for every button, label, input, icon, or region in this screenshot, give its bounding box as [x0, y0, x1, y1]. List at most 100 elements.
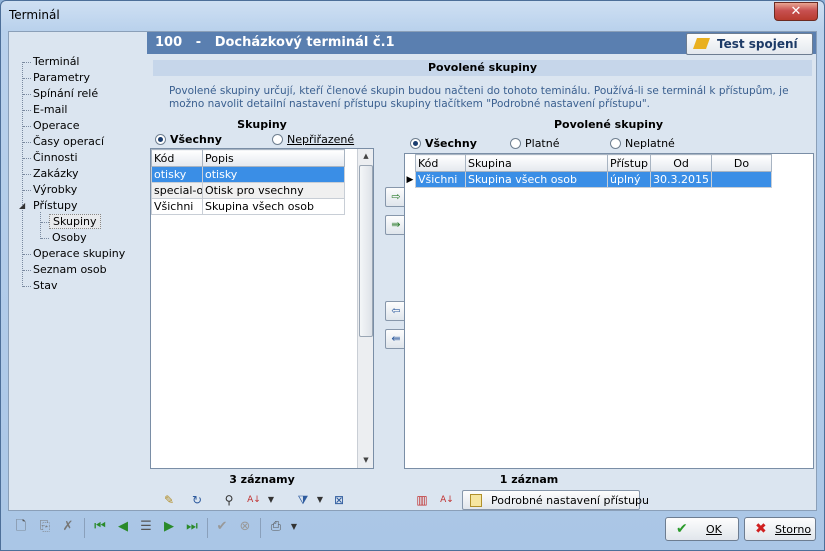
- tree-item-vyrobky[interactable]: Výrobky: [33, 183, 77, 196]
- groups-panel-title: Skupiny: [237, 118, 287, 131]
- tree-item-email[interactable]: E-mail: [33, 103, 68, 116]
- cell-code: otisky: [151, 166, 203, 183]
- radio-label: Neplatné: [625, 137, 675, 150]
- x-icon: ✖: [755, 521, 767, 537]
- cell-code: Všichni: [151, 198, 203, 215]
- new-document-icon[interactable]: 🗋: [11, 517, 31, 537]
- radio-label: Nepřiřazené: [287, 133, 355, 146]
- first-record-icon[interactable]: ⏮: [90, 517, 110, 537]
- table-row[interactable]: Všichni Skupina všech osob: [151, 198, 345, 215]
- detail-access-button[interactable]: Podrobné nastavení přístupu: [462, 490, 649, 510]
- edit-icon[interactable]: ✎: [159, 490, 179, 510]
- scroll-thumb[interactable]: [359, 165, 373, 337]
- find-record-icon[interactable]: ☰: [136, 517, 156, 537]
- radio-invalid[interactable]: Neplatné: [610, 137, 675, 150]
- radio-valid[interactable]: Platné: [510, 137, 559, 150]
- column-header-kod[interactable]: Kód: [415, 154, 466, 172]
- tree-item-osoby[interactable]: Osoby: [52, 231, 87, 244]
- terminal-header: 100 - Docházkový terminál č.1 Test spoje…: [147, 32, 816, 55]
- radio-dot: [410, 138, 421, 149]
- tree-line: [23, 78, 31, 79]
- header-dash: -: [195, 35, 202, 50]
- table-header-row: Kód Popis: [151, 149, 345, 167]
- tree-item-terminal[interactable]: Terminál: [33, 55, 80, 68]
- tree-item-zakazky[interactable]: Zakázky: [33, 167, 78, 180]
- allowed-groups-grid: ▶ Kód Skupina Přístup Od Do Všichni Skup…: [404, 153, 814, 469]
- radio-all-groups[interactable]: Všechny: [155, 133, 222, 146]
- detail-access-label: Podrobné nastavení přístupu: [491, 494, 650, 507]
- client-area: Terminál Parametry Spínání relé E-mail O…: [8, 31, 817, 511]
- dropdown-arrow-icon[interactable]: ▼: [284, 517, 304, 537]
- toolbar-separator: [207, 518, 208, 538]
- scroll-up-icon[interactable]: ▲: [359, 149, 373, 163]
- navigation-tree: Terminál Parametry Spínání relé E-mail O…: [9, 32, 147, 510]
- cell-to: [711, 171, 773, 188]
- close-button[interactable]: ✕: [774, 2, 818, 21]
- tree-item-seznam-osob[interactable]: Seznam osob: [33, 263, 107, 276]
- column-header-kod[interactable]: Kód: [151, 149, 203, 167]
- toolbar-separator: [84, 518, 85, 538]
- tree-item-spinani-rele[interactable]: Spínání relé: [33, 87, 98, 100]
- columns-icon[interactable]: ▥: [412, 490, 432, 510]
- refresh-icon[interactable]: ↻: [187, 490, 207, 510]
- column-header-popis[interactable]: Popis: [202, 149, 345, 167]
- tree-item-operace-skupiny[interactable]: Operace skupiny: [33, 247, 125, 260]
- lightning-icon: [692, 38, 711, 49]
- description-line: Povolené skupiny určují, kteří členové s…: [169, 85, 789, 97]
- delete-document-icon[interactable]: ✗: [58, 517, 78, 537]
- scroll-down-icon[interactable]: ▼: [359, 453, 373, 467]
- confirm-icon[interactable]: ✔: [212, 517, 232, 537]
- window-title: Terminál: [9, 8, 60, 22]
- cancel-icon[interactable]: ⊗: [235, 517, 255, 537]
- cancel-button[interactable]: ✖ Storno: [744, 517, 816, 541]
- table-row[interactable]: otisky otisky: [151, 166, 345, 183]
- radio-label: Všechny: [170, 133, 222, 146]
- previous-record-icon[interactable]: ◀: [113, 517, 133, 537]
- print-icon[interactable]: ⎙: [266, 517, 286, 537]
- test-connection-label: Test spojení: [717, 37, 798, 51]
- tree-line: [23, 254, 31, 255]
- groups-scrollbar[interactable]: ▲ ▼: [357, 149, 373, 468]
- tree-item-pristupy[interactable]: Přístupy: [33, 199, 78, 212]
- tree-line: [23, 158, 31, 159]
- table-header-row: Kód Skupina Přístup Od Do: [415, 154, 773, 172]
- tree-item-stav[interactable]: Stav: [33, 279, 58, 292]
- tree-item-operace[interactable]: Operace: [33, 119, 80, 132]
- groups-grid: Kód Popis otisky otisky special-ot Otisk…: [150, 148, 374, 469]
- groups-count: 3 záznamy: [150, 473, 374, 486]
- binoculars-icon[interactable]: ⚲: [219, 490, 239, 510]
- cell-group: Skupina všech osob: [465, 171, 608, 188]
- table-row[interactable]: Všichni Skupina všech osob úplný 30.3.20…: [415, 171, 773, 188]
- column-header-do[interactable]: Do: [711, 154, 773, 172]
- ok-button[interactable]: ✔ OK: [665, 517, 739, 541]
- title-bar: Terminál ✕: [1, 1, 824, 31]
- column-header-pristup[interactable]: Přístup: [606, 154, 652, 172]
- tree-item-parametry[interactable]: Parametry: [33, 71, 90, 84]
- allowed-groups-table: Kód Skupina Přístup Od Do Všichni Skupin…: [415, 154, 773, 188]
- radio-dot: [272, 134, 283, 145]
- tree-item-skupiny[interactable]: Skupiny: [49, 214, 101, 229]
- radio-all-allowed[interactable]: Všechny: [410, 137, 477, 150]
- copy-document-icon[interactable]: ⎘: [35, 517, 55, 537]
- radio-unassigned[interactable]: Nepřiřazené: [272, 133, 354, 146]
- last-record-icon[interactable]: ⏭: [182, 517, 202, 537]
- cell-code: special-ot: [151, 182, 203, 199]
- filter-clear-icon[interactable]: ⊠: [329, 490, 349, 510]
- tree-line: [23, 270, 31, 271]
- expand-arrow-icon[interactable]: ◢: [19, 201, 25, 210]
- dropdown-arrow-icon[interactable]: ▼: [261, 490, 281, 510]
- tree-line: [23, 62, 31, 63]
- toolbar-separator: [260, 518, 261, 538]
- sort-az-icon[interactable]: A↓: [437, 490, 457, 510]
- column-header-od[interactable]: Od: [650, 154, 713, 172]
- radio-label: Platné: [525, 137, 560, 150]
- test-connection-button[interactable]: Test spojení: [686, 33, 813, 55]
- tree-item-casy-operaci[interactable]: Časy operací: [33, 135, 104, 148]
- table-row[interactable]: special-ot Otisk pro vsechny: [151, 182, 345, 199]
- tree-item-cinnosti[interactable]: Činnosti: [33, 151, 78, 164]
- terminal-window: Terminál ✕ Terminál Parametry Spínání re…: [0, 0, 825, 551]
- next-record-icon[interactable]: ▶: [159, 517, 179, 537]
- radio-dot: [510, 138, 521, 149]
- dropdown-arrow-icon[interactable]: ▼: [310, 490, 330, 510]
- column-header-skupina[interactable]: Skupina: [465, 154, 608, 172]
